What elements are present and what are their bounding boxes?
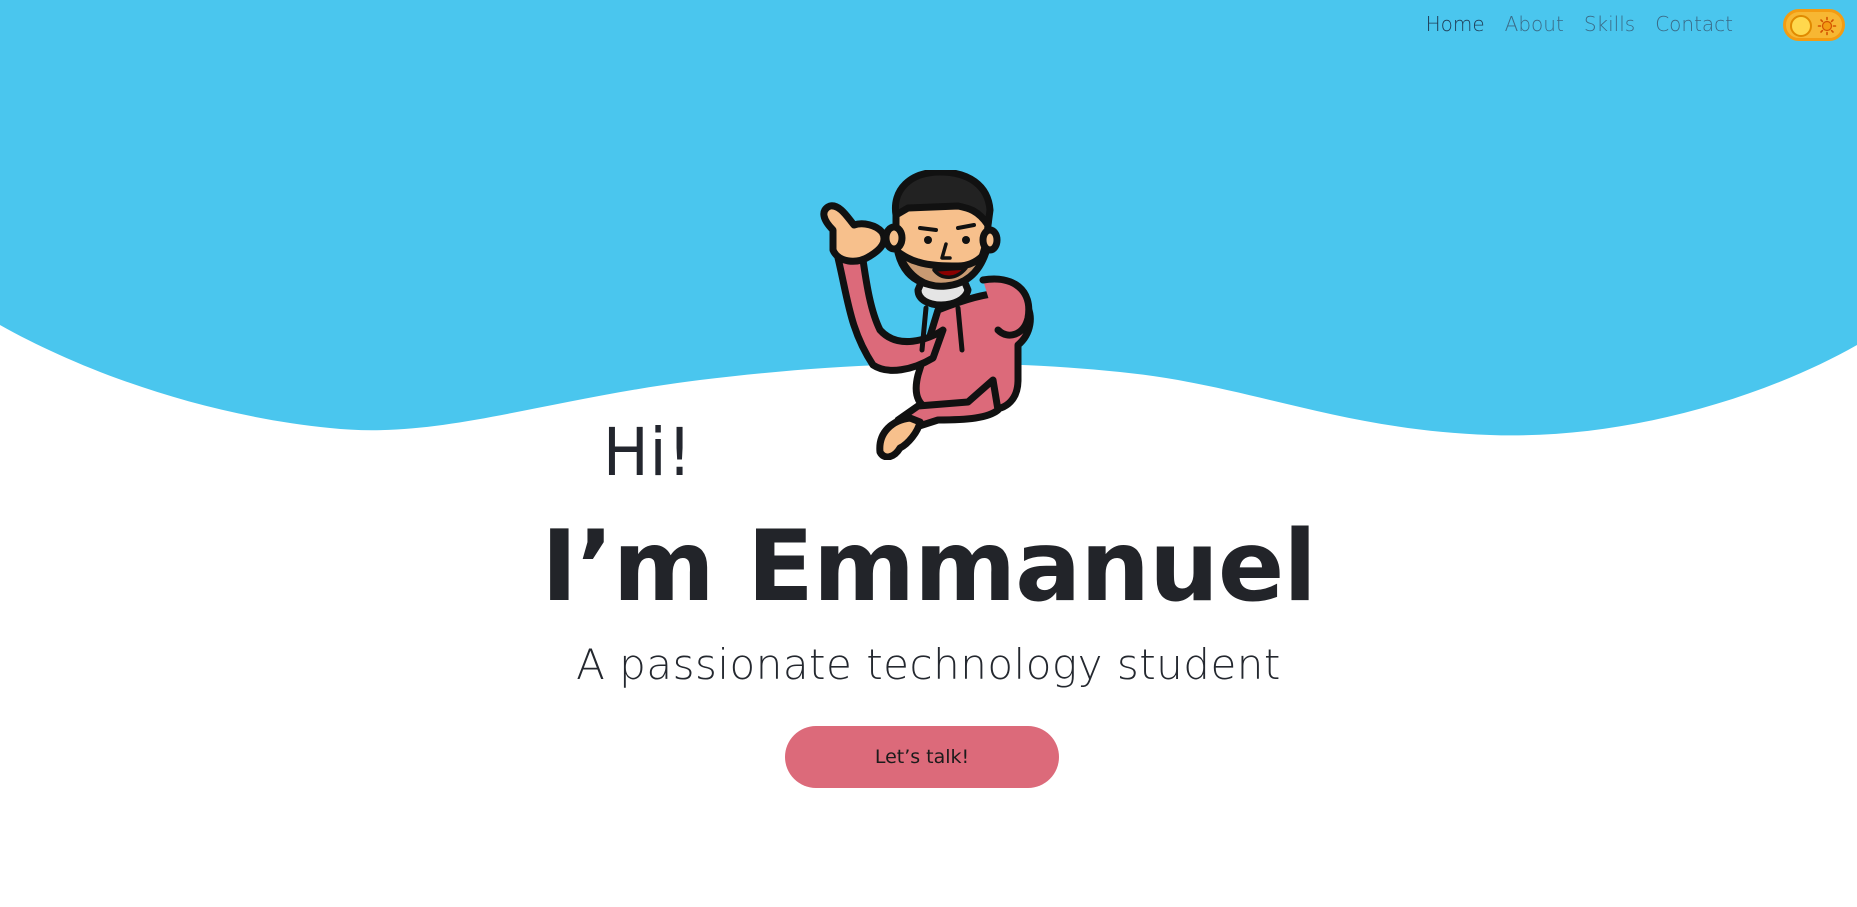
page: Home About Skills Contact Hi! I’m Emmanu… — [0, 0, 1857, 907]
nav-home-link[interactable]: Home — [1426, 12, 1485, 36]
lets-talk-button[interactable]: Let’s talk! — [785, 726, 1059, 788]
nav-contact-link[interactable]: Contact — [1655, 12, 1733, 36]
theme-toggle[interactable] — [1783, 9, 1845, 41]
main-nav: Home About Skills Contact — [1426, 12, 1733, 36]
greeting-text: Hi! — [603, 414, 693, 491]
toggle-knob — [1790, 15, 1812, 37]
nav-skills-link[interactable]: Skills — [1584, 12, 1635, 36]
sun-icon — [1817, 16, 1837, 36]
waving-man-avatar — [820, 170, 1034, 460]
hero-tagline: A passionate technology student — [576, 640, 1281, 689]
nav-about-link[interactable]: About — [1505, 12, 1564, 36]
hero-name-heading: I’m Emmanuel — [541, 510, 1317, 624]
